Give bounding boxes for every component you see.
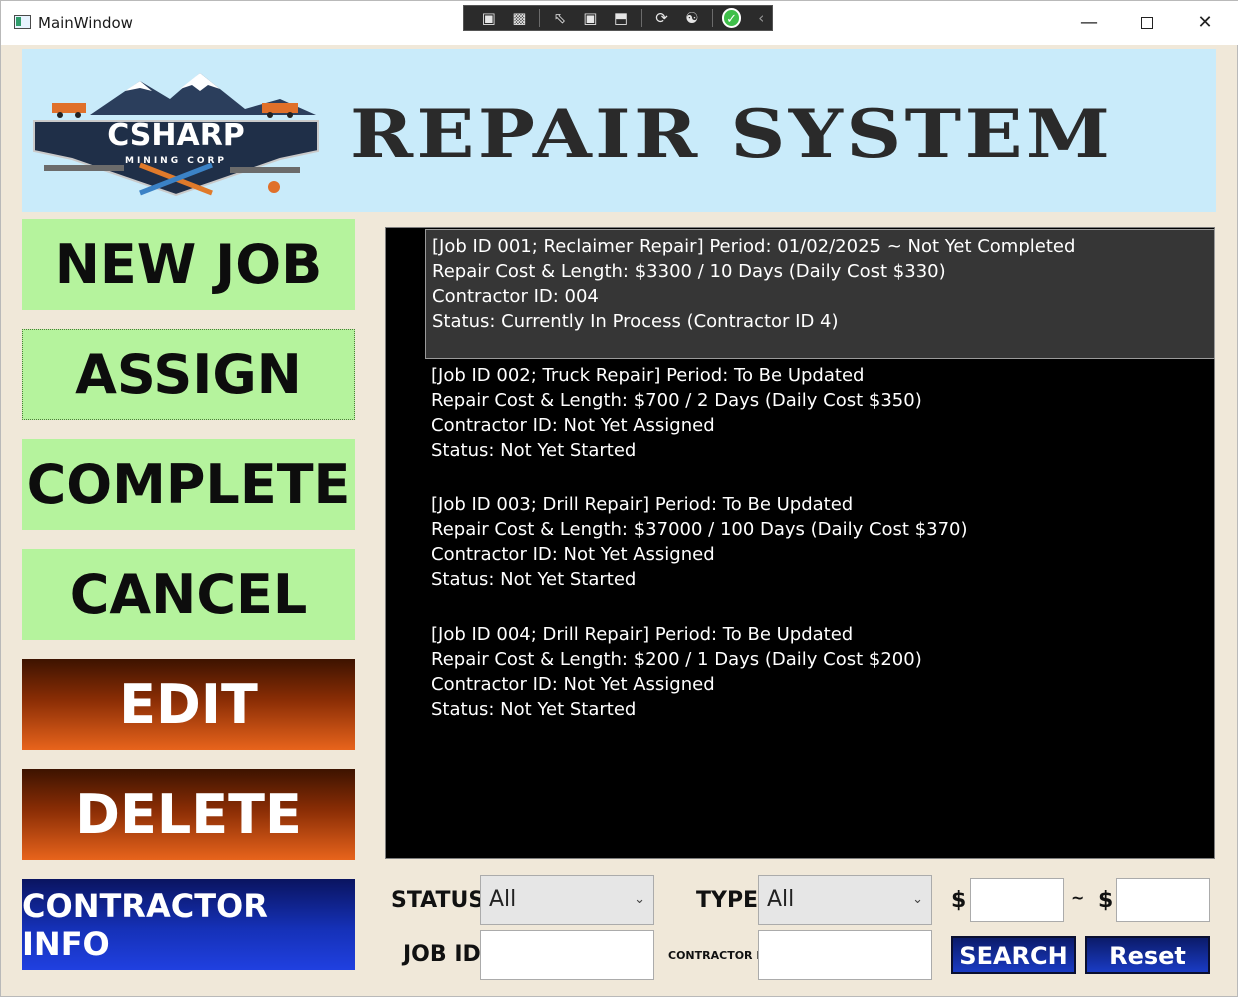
- hot-reload-icon[interactable]: ⟳: [651, 8, 673, 28]
- job-header: [Job ID 004; Drill Repair] Period: To Be…: [431, 622, 1209, 647]
- cancel-button[interactable]: CANCEL: [22, 549, 355, 640]
- camera-icon[interactable]: ▩: [509, 8, 531, 28]
- job-contractor: Contractor ID: 004: [432, 284, 1208, 309]
- logo-main-text: CSHARP: [107, 118, 245, 153]
- job-list[interactable]: [Job ID 001; Reclaimer Repair] Period: 0…: [385, 227, 1215, 859]
- type-label: TYPE: [696, 888, 758, 913]
- debug-toolbar: ▣ ▩ ⬁ ▣ ⬒ ⟳ ☯ ✓ ‹: [463, 5, 773, 31]
- chevron-down-icon: ⌄: [634, 876, 645, 924]
- window-title: MainWindow: [38, 14, 133, 32]
- window-icon: [14, 15, 31, 29]
- contractor-id-input[interactable]: [758, 930, 932, 980]
- live-visual-tree-icon[interactable]: ▣: [478, 8, 500, 28]
- max-cost-dollar-label: $: [1098, 888, 1113, 913]
- status-select-value: All: [489, 887, 516, 912]
- display-layout-adorners-icon[interactable]: ▣: [580, 8, 602, 28]
- status-label: STATUS: [391, 888, 484, 913]
- job-status: Status: Not Yet Started: [431, 697, 1209, 722]
- assign-button[interactable]: ASSIGN: [22, 329, 355, 420]
- job-contractor: Contractor ID: Not Yet Assigned: [431, 542, 1209, 567]
- job-status: Status: Not Yet Started: [431, 438, 1209, 463]
- job-header: [Job ID 001; Reclaimer Repair] Period: 0…: [432, 234, 1208, 259]
- check-icon[interactable]: ✓: [722, 8, 742, 28]
- select-element-icon[interactable]: ⬁: [549, 8, 571, 28]
- company-logo: CSHARP MINING CORP: [30, 69, 322, 197]
- complete-button[interactable]: COMPLETE: [22, 439, 355, 530]
- type-select-value: All: [767, 887, 794, 912]
- job-status: Status: Currently In Process (Contractor…: [432, 309, 1208, 334]
- header-banner: CSHARP MINING CORP REPAIR SYSTEM: [22, 49, 1216, 212]
- maximize-icon: [1141, 17, 1153, 29]
- status-select[interactable]: All ⌄: [480, 875, 654, 925]
- search-button[interactable]: SEARCH: [951, 936, 1076, 974]
- job-list-item[interactable]: [Job ID 003; Drill Repair] Period: To Be…: [425, 488, 1215, 596]
- job-contractor: Contractor ID: Not Yet Assigned: [431, 672, 1209, 697]
- job-list-item[interactable]: [Job ID 002; Truck Repair] Period: To Be…: [425, 359, 1215, 467]
- chevron-down-icon: ⌄: [912, 876, 923, 924]
- close-button[interactable]: ✕: [1183, 9, 1227, 37]
- job-header: [Job ID 002; Truck Repair] Period: To Be…: [431, 363, 1209, 388]
- job-cost: Repair Cost & Length: $200 / 1 Days (Dai…: [431, 647, 1209, 672]
- toolbar-separator: [539, 9, 540, 27]
- job-list-item-selected[interactable]: [Job ID 001; Reclaimer Repair] Period: 0…: [425, 229, 1215, 359]
- reset-button[interactable]: Reset: [1085, 936, 1210, 974]
- job-id-label: JOB ID: [403, 942, 481, 967]
- minimize-button[interactable]: —: [1067, 9, 1111, 37]
- track-focus-icon[interactable]: ⬒: [610, 8, 632, 28]
- toolbar-separator: [712, 9, 713, 27]
- job-list-item[interactable]: [Job ID 004; Drill Repair] Period: To Be…: [425, 618, 1215, 726]
- delete-button[interactable]: DELETE: [22, 769, 355, 860]
- accessibility-icon[interactable]: ☯: [681, 8, 703, 28]
- job-cost: Repair Cost & Length: $3300 / 10 Days (D…: [432, 259, 1208, 284]
- type-select[interactable]: All ⌄: [758, 875, 932, 925]
- job-id-input[interactable]: [480, 930, 654, 980]
- app-title: REPAIR SYSTEM: [350, 95, 1113, 173]
- main-window: MainWindow ▣ ▩ ⬁ ▣ ⬒ ⟳ ☯ ✓ ‹ — ✕ CSHARP …: [0, 0, 1238, 997]
- range-separator: ~: [1071, 888, 1084, 907]
- maximize-button[interactable]: [1125, 9, 1169, 37]
- new-job-button[interactable]: NEW JOB: [22, 219, 355, 310]
- job-status: Status: Not Yet Started: [431, 567, 1209, 592]
- min-cost-dollar-label: $: [951, 888, 966, 913]
- title-bar: MainWindow ▣ ▩ ⬁ ▣ ⬒ ⟳ ☯ ✓ ‹ — ✕: [1, 1, 1238, 45]
- job-contractor: Contractor ID: Not Yet Assigned: [431, 413, 1209, 438]
- contractor-info-button[interactable]: CONTRACTOR INFO: [22, 879, 355, 970]
- job-header: [Job ID 003; Drill Repair] Period: To Be…: [431, 492, 1209, 517]
- contractor-id-label: CONTRACTOR ID: [668, 949, 770, 962]
- min-cost-input[interactable]: [970, 878, 1064, 922]
- job-cost: Repair Cost & Length: $37000 / 100 Days …: [431, 517, 1209, 542]
- collapse-chevron-icon[interactable]: ‹: [750, 8, 772, 28]
- toolbar-separator: [641, 9, 642, 27]
- edit-button[interactable]: EDIT: [22, 659, 355, 750]
- job-cost: Repair Cost & Length: $700 / 2 Days (Dai…: [431, 388, 1209, 413]
- max-cost-input[interactable]: [1116, 878, 1210, 922]
